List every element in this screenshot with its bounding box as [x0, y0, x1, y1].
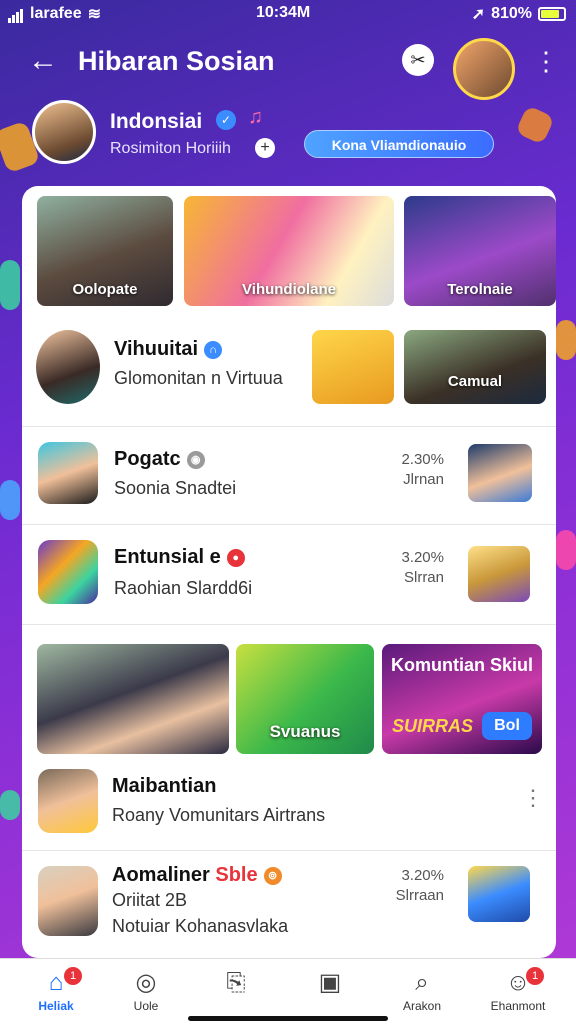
list-item[interactable]: Entunsial e ● Raohian Slardd6i 3.20% Slrra…: [22, 524, 556, 624]
archive-icon: ▣: [318, 969, 342, 996]
row-title: Maibantian: [112, 775, 217, 797]
media-tile[interactable]: Oolopate: [37, 196, 173, 306]
document-icon: ⎘: [226, 969, 246, 996]
row-subtitle: Oriitat 2B: [112, 890, 188, 910]
home-indicator: [188, 1016, 388, 1021]
decor-block: [0, 480, 20, 520]
notification-badge: 1: [64, 967, 82, 985]
more-options-icon[interactable]: ⋮: [522, 785, 544, 811]
list-item[interactable]: Aomaliner Sble ⊚ Oriitat 2B Notuiar Kohan…: [22, 850, 556, 958]
bottom-nav: ⌂ Heliak 1 ◎ Uole ⎘ ▣ ⌕ Arakon ☺ Ehanmon…: [0, 958, 576, 1024]
media-tile[interactable]: Camual: [404, 330, 546, 404]
status-bar: larafee ≋ 10:34M ➚ 810%: [0, 0, 576, 28]
search-icon: ⌕: [415, 969, 429, 996]
row-description: Notuiar Kohanasvlaka: [112, 916, 289, 936]
video-thumbnail[interactable]: [468, 444, 532, 502]
promo-heading: Komuntian Skiul: [390, 655, 533, 675]
app-header: ← Hibaran Sosian ✂ ⋮: [0, 36, 576, 100]
decor-block: [556, 320, 576, 360]
nav-profile[interactable]: ☺ Ehanmont 1: [478, 967, 558, 1013]
row-subtitle: Raohian Slardd6i: [114, 578, 253, 598]
avatar: [38, 442, 98, 504]
video-thumbnail[interactable]: [468, 546, 530, 602]
status-badge: ⊚: [263, 866, 282, 885]
carrier-label: larafee: [30, 5, 82, 22]
media-tile[interactable]: [37, 644, 229, 754]
signal-icon: [8, 5, 24, 23]
person-icon: ☺: [505, 969, 531, 996]
row-title: Aomaliner Sble ⊚: [112, 864, 282, 887]
wifi-icon: ≋: [87, 6, 101, 23]
row-stat: 3.20% Slrran: [401, 549, 444, 586]
row-stat: 3.20% Slrraan: [395, 867, 444, 904]
row-title: Entunsial e ●: [114, 546, 245, 569]
row-stat: 2.30% Jlrnan: [401, 451, 444, 488]
tools-icon[interactable]: ✂: [402, 44, 434, 76]
decor-block: [0, 790, 20, 820]
avatar: [36, 330, 100, 404]
nav-home[interactable]: ⌂ Heliak 1: [16, 967, 96, 1013]
row-subtitle: Roany Vomunitars Airtrans: [112, 805, 326, 825]
divider: [22, 624, 556, 625]
row-subtitle: Glomonitan n Virtuua: [114, 368, 283, 388]
app-icon: [38, 540, 98, 604]
music-note-icon: ♫: [248, 106, 263, 128]
profile-row: Indonsiai ✓ ♫ Rosimiton Horiiih + Kona V…: [0, 100, 576, 170]
list-item[interactable]: Pogatc ◉ Soonia Snadtei 2.30% Jlrnan: [22, 426, 556, 524]
promo-tile[interactable]: Svuanus: [236, 644, 374, 754]
profile-name: Indonsiai: [110, 110, 203, 133]
promo-tag: SUIRRAS: [392, 716, 474, 736]
content-card: Oolopate Vihundiolane Terolnaie Vihuuita…: [22, 186, 556, 958]
media-tile[interactable]: Terolnaie: [404, 196, 556, 306]
nav-archive[interactable]: ▣: [290, 967, 370, 999]
clock: 10:34M: [256, 4, 311, 21]
promo-button[interactable]: Bol: [482, 712, 532, 740]
media-tile[interactable]: Vihundiolane: [184, 196, 394, 306]
location-pin-icon: ◎: [135, 969, 157, 996]
row-title: Pogatc ◉: [114, 448, 205, 471]
add-icon[interactable]: +: [255, 138, 275, 158]
nav-search[interactable]: ⌕ Arakon: [382, 967, 462, 1013]
status-badge: ●: [226, 548, 245, 567]
profile-subtitle: Rosimiton Horiiih: [110, 140, 231, 157]
decor-block: [0, 260, 20, 310]
avatar[interactable]: [453, 38, 515, 100]
battery-icon: [538, 7, 566, 21]
notification-badge: 1: [526, 967, 544, 985]
home-icon: ⌂: [48, 969, 64, 996]
status-badge: ◉: [186, 450, 205, 469]
row-title: Vihuuitai ∩: [114, 338, 223, 361]
post-row[interactable]: Maibantian Roany Vomunitars Airtrans ⋮: [22, 761, 556, 851]
featured-row[interactable]: Vihuuitai ∩ Glomonitan n Virtuua Camual: [22, 316, 556, 416]
verified-icon: ✓: [216, 110, 236, 130]
more-options-icon[interactable]: ⋮: [533, 48, 559, 74]
nav-location[interactable]: ◎ Uole: [106, 967, 186, 1013]
row-subtitle: Soonia Snadtei: [114, 478, 237, 498]
character-thumbnail[interactable]: [312, 330, 394, 404]
verified-icon: ∩: [204, 340, 223, 359]
page-title: Hibaran Sosian: [78, 46, 275, 76]
community-chip[interactable]: Kona Vliamdionauio: [304, 130, 494, 158]
nav-document[interactable]: ⎘: [196, 967, 276, 999]
location-arrow-icon: ➚: [471, 6, 486, 23]
decor-block: [556, 530, 576, 570]
game-thumbnail[interactable]: [468, 866, 530, 922]
battery-percent: 810%: [491, 5, 532, 22]
avatar: [38, 769, 98, 833]
profile-avatar[interactable]: [32, 100, 96, 164]
promo-tile[interactable]: Komuntian Skiul SUIRRAS Bol: [382, 644, 542, 754]
avatar: [38, 866, 98, 936]
arrow-left-icon[interactable]: ←: [28, 46, 58, 76]
